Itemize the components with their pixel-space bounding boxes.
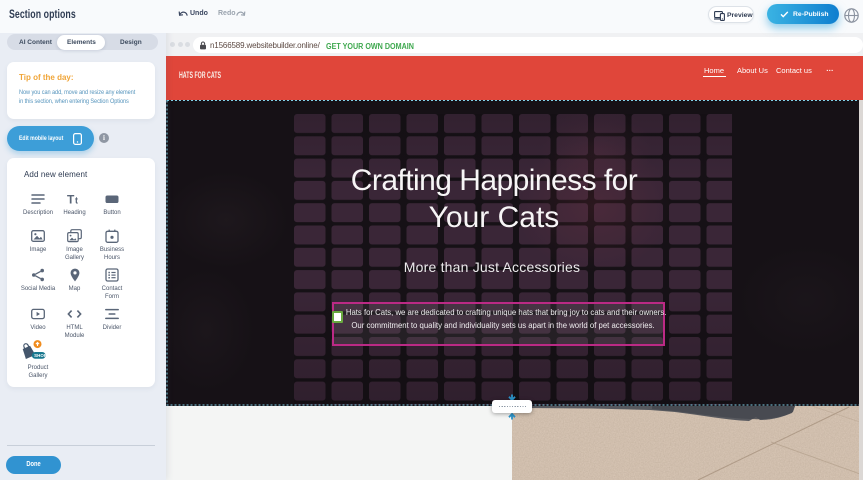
svg-text:T: T bbox=[67, 193, 75, 207]
svg-text:t: t bbox=[75, 196, 78, 206]
svg-text:SHOP: SHOP bbox=[34, 353, 47, 358]
